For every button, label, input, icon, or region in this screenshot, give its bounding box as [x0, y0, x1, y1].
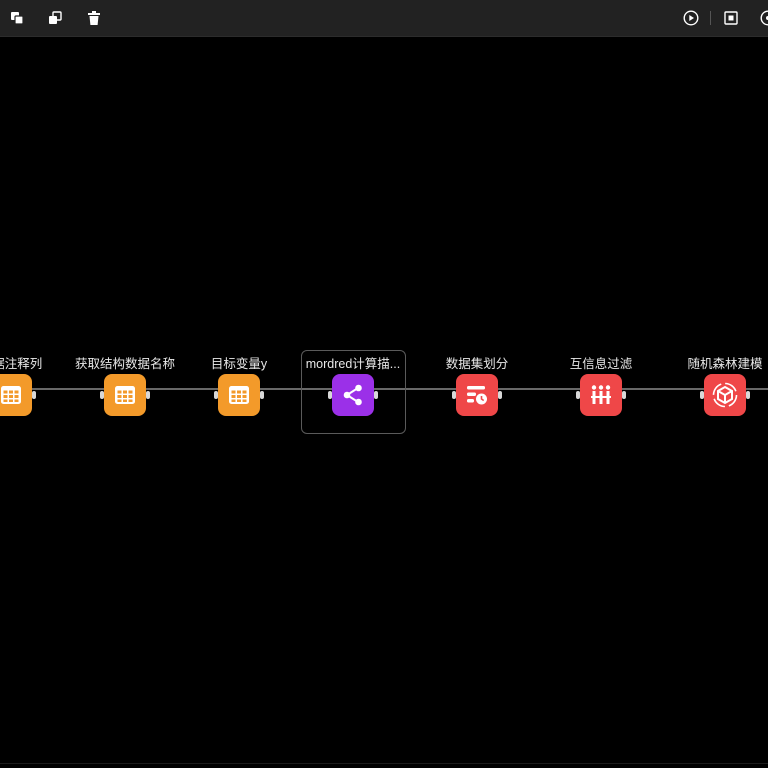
output-port[interactable] [374, 391, 378, 399]
workflow-node[interactable]: mordred计算描... [293, 357, 413, 417]
workflow-node[interactable]: 随机森林建模 [665, 357, 768, 417]
output-port[interactable] [146, 391, 150, 399]
workflow-node[interactable]: 获取结构数据名称 [65, 357, 185, 417]
output-port[interactable] [746, 391, 750, 399]
copy-icon[interactable] [5, 6, 29, 30]
workflow-canvas[interactable]: 数据注释列 获取结构数据名称 目标变量y mordred计算描... 数据集划分 互信息过… [0, 37, 768, 764]
node-label: 目标变量y [210, 357, 268, 371]
node-label: mordred计算描... [305, 357, 401, 371]
output-port[interactable] [32, 391, 36, 399]
node-label: 数据集划分 [445, 357, 509, 371]
run-icon[interactable] [679, 6, 703, 30]
fit-view-icon[interactable] [719, 6, 743, 30]
node-label: 数据注释列 [0, 357, 43, 371]
toolbar-divider [710, 11, 711, 25]
output-port[interactable] [260, 391, 264, 399]
delete-icon[interactable] [82, 6, 106, 30]
output-port[interactable] [622, 391, 626, 399]
table-icon[interactable] [0, 374, 32, 416]
node-label: 随机森林建模 [687, 357, 763, 371]
paste-icon[interactable] [43, 6, 67, 30]
node-label: 互信息过滤 [569, 357, 633, 371]
table-icon[interactable] [104, 374, 146, 416]
settings-icon[interactable] [756, 6, 768, 30]
filter-icon[interactable] [580, 374, 622, 416]
share-icon[interactable] [332, 374, 374, 416]
output-port[interactable] [498, 391, 502, 399]
workflow-node[interactable]: 互信息过滤 [541, 357, 661, 417]
table-icon[interactable] [218, 374, 260, 416]
toolbar [0, 0, 768, 37]
workflow-node[interactable]: 数据注释列 [0, 357, 71, 417]
node-label: 获取结构数据名称 [74, 357, 175, 371]
workflow-node[interactable]: 数据集划分 [417, 357, 537, 417]
cube-icon[interactable] [704, 374, 746, 416]
canvas-bottom-border [0, 763, 768, 764]
split-icon[interactable] [456, 374, 498, 416]
workflow-node[interactable]: 目标变量y [179, 357, 299, 417]
